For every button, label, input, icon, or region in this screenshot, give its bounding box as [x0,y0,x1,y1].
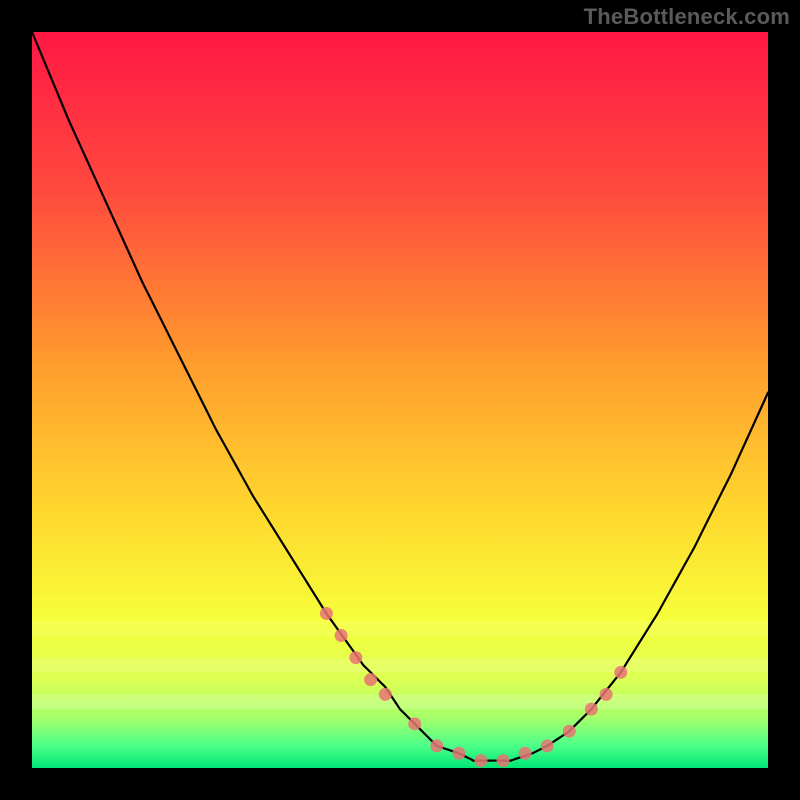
data-point [497,754,510,767]
highlight-band [32,658,768,673]
data-point [585,703,598,716]
data-point [379,688,392,701]
chart-svg [32,32,768,768]
data-point [408,717,421,730]
data-point [614,666,627,679]
data-point [563,725,576,738]
data-point [364,673,377,686]
data-point [335,629,348,642]
data-point [349,651,362,664]
plot-area [32,32,768,768]
data-point [474,754,487,767]
watermark-text: TheBottleneck.com [584,4,790,30]
data-point [519,747,532,760]
data-point [600,688,613,701]
highlight-band [32,694,768,709]
data-point [430,739,443,752]
highlight-band [32,621,768,636]
data-point [541,739,554,752]
data-point [320,607,333,620]
chart-container: TheBottleneck.com [0,0,800,800]
data-point [452,747,465,760]
